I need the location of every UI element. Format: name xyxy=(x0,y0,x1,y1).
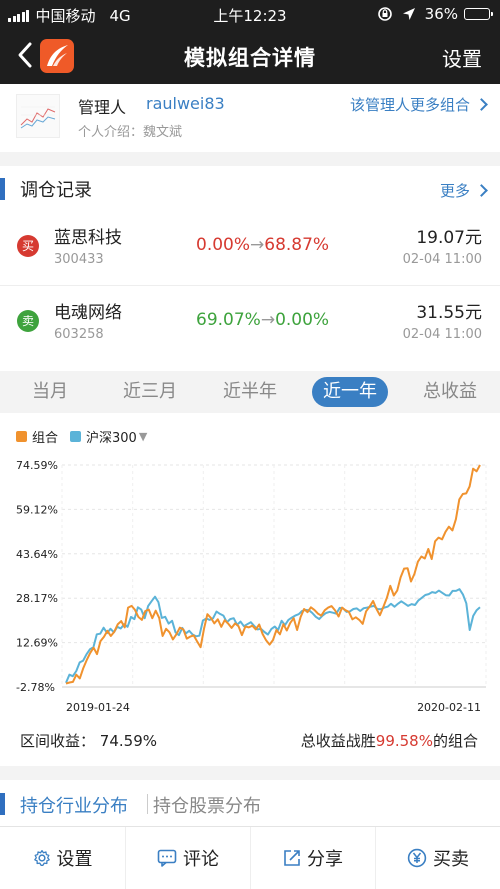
rebalance-title: 调仓记录 xyxy=(20,180,92,201)
manager-intro: 个人介绍：魏文斌 xyxy=(78,125,183,140)
status-bar: 中国移动 4G 上午12:23 36% xyxy=(0,0,500,28)
chevron-right-icon xyxy=(475,184,488,197)
trade-row[interactable]: 卖 电魂网络 603258 69.07%→0.00% 31.55元 02-04 … xyxy=(0,285,500,359)
tab-total-return[interactable]: 总收益 xyxy=(412,377,488,407)
interval-return-value: 74.59% xyxy=(99,732,157,750)
share-label: 分享 xyxy=(307,849,343,870)
performance-chart-card: 组合 沪深300 ▼ 74.59% 59.12% 43.64% 28.17% 12.69… xyxy=(0,413,500,766)
rotation-lock-icon xyxy=(377,7,392,21)
series-line-portfolio xyxy=(65,464,481,685)
y-tick-label: 12.69% xyxy=(16,637,58,650)
trade-row[interactable]: 买 蓝思科技 300433 0.00%→68.87% 19.07元 02-04 … xyxy=(0,211,500,285)
legend-index-label: 沪深300 xyxy=(86,431,137,446)
win-rate: 总收益战胜99.58%的组合 xyxy=(301,730,478,751)
location-arrow-icon xyxy=(402,8,415,20)
comment-icon xyxy=(157,849,177,867)
position-change: 69.07%→0.00% xyxy=(196,310,329,330)
comment-button[interactable]: 评论 xyxy=(125,827,250,889)
share-icon xyxy=(284,850,300,866)
arrow-right-icon: → xyxy=(260,310,276,330)
navigation-bar: 模拟组合详情 设置 xyxy=(0,28,500,84)
y-tick-label: 74.59% xyxy=(16,459,58,472)
trade-label: 买卖 xyxy=(433,849,469,870)
trade-price: 31.55元 xyxy=(416,303,482,323)
bottom-settings-button[interactable]: 设置 xyxy=(0,827,125,889)
page-title: 模拟组合详情 xyxy=(184,46,316,70)
y-tick-label: 28.17% xyxy=(16,592,58,605)
stock-code: 300433 xyxy=(54,252,104,267)
buy-badge-icon: 买 xyxy=(17,235,39,257)
stock-name: 电魂网络 xyxy=(54,303,122,323)
y-tick-label: 59.12% xyxy=(16,503,58,516)
position-from: 69.07% xyxy=(196,310,261,330)
tab-this-month[interactable]: 当月 xyxy=(18,377,82,407)
win-rate-prefix: 总收益战胜 xyxy=(300,732,376,750)
y-tick-label: 43.64% xyxy=(16,548,58,561)
tab-divider xyxy=(147,794,148,814)
period-tabs: 当月 近三月 近半年 近一年 总收益 xyxy=(0,371,500,413)
gear-icon xyxy=(33,849,50,867)
share-button[interactable]: 分享 xyxy=(250,827,375,889)
chevron-right-icon xyxy=(475,98,488,111)
series-line-index xyxy=(65,588,481,684)
trade-time: 02-04 11:00 xyxy=(402,252,482,267)
section-accent-bar xyxy=(0,178,5,200)
rebalance-section: 调仓记录 更多 买 蓝思科技 300433 0.00%→68.87% 19.07… xyxy=(0,166,500,371)
manager-name-link[interactable]: raulwei83 xyxy=(146,94,225,113)
yen-coin-icon xyxy=(407,848,427,868)
chart-legend[interactable]: 组合 沪深300 ▼ xyxy=(16,427,147,446)
mini-chart-icon xyxy=(20,106,56,129)
tab-three-months[interactable]: 近三月 xyxy=(112,377,188,407)
manager-info[interactable]: 管理人 raulwei83 个人介绍：魏文斌 该管理人更多组合 xyxy=(0,84,500,152)
trade-button[interactable]: 买卖 xyxy=(375,827,500,889)
section-accent-bar xyxy=(0,793,5,815)
tab-industry-distribution[interactable]: 持仓行业分布 xyxy=(20,792,128,818)
distribution-tabs: 持仓行业分布 持仓股票分布 xyxy=(0,780,500,826)
legend-portfolio-swatch xyxy=(16,431,27,442)
position-to: 0.00% xyxy=(275,310,330,330)
battery-percent: 36% xyxy=(424,5,458,23)
manager-avatar xyxy=(16,94,60,138)
legend-index-swatch xyxy=(70,431,82,442)
stock-name: 蓝思科技 xyxy=(54,228,122,248)
position-from: 0.00% xyxy=(196,235,251,255)
dropdown-caret-icon[interactable]: ▼ xyxy=(139,430,147,443)
rebalance-more-link[interactable]: 更多 xyxy=(439,180,488,201)
trade-time: 02-04 11:00 xyxy=(402,327,482,342)
bottom-action-bar: 设置 评论 分享 买卖 xyxy=(0,826,500,889)
legend-portfolio-label: 组合 xyxy=(32,431,59,446)
comment-label: 评论 xyxy=(183,849,219,870)
trade-price: 19.07元 xyxy=(416,228,482,248)
win-rate-value: 99.58% xyxy=(375,732,433,750)
line-chart: 74.59% 59.12% 43.64% 28.17% 12.69% -2.78% 2019… xyxy=(16,459,487,714)
status-right: 36% xyxy=(377,5,493,23)
position-to: 68.87% xyxy=(264,235,330,255)
settings-button[interactable]: 设置 xyxy=(442,43,482,72)
tab-one-year[interactable]: 近一年 xyxy=(312,377,388,407)
more-portfolios-label: 该管理人更多组合 xyxy=(349,96,470,114)
manager-label: 管理人 xyxy=(78,98,127,117)
rebalance-more-label: 更多 xyxy=(439,182,470,200)
stock-code: 603258 xyxy=(54,327,104,342)
win-rate-suffix: 的组合 xyxy=(432,732,478,750)
position-change: 0.00%→68.87% xyxy=(196,235,329,255)
y-tick-label: -2.78% xyxy=(16,681,55,694)
x-tick-label: 2020-02-11 xyxy=(417,701,481,714)
interval-return-label: 区间收益： xyxy=(20,732,96,750)
tab-half-year[interactable]: 近半年 xyxy=(212,377,288,407)
sell-badge-icon: 卖 xyxy=(17,310,39,332)
more-portfolios-link[interactable]: 该管理人更多组合 xyxy=(349,94,488,115)
bottom-settings-label: 设置 xyxy=(56,849,93,870)
arrow-right-icon: → xyxy=(250,235,265,255)
x-tick-label: 2019-01-24 xyxy=(66,701,130,714)
tab-stock-distribution[interactable]: 持仓股票分布 xyxy=(153,792,261,818)
battery-icon xyxy=(464,8,493,20)
interval-return: 区间收益： 74.59% xyxy=(20,730,157,751)
